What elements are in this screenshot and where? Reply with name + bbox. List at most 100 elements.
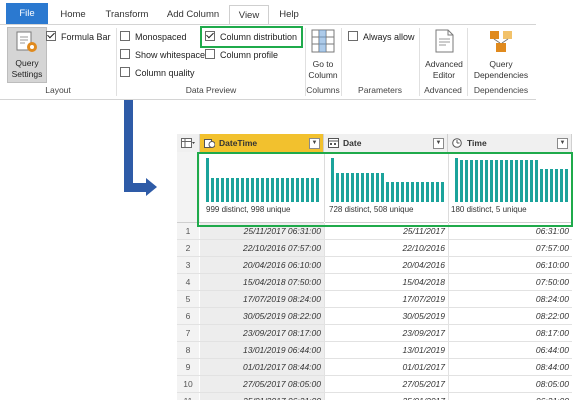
cell-datetime[interactable]: 25/01/2017 06:21:00 [200,393,324,400]
query-dependencies-icon [490,31,512,52]
column-filter-dropdown-icon[interactable]: ▼ [309,138,320,149]
query-dependencies-button[interactable]: Query Dependencies [469,28,533,81]
cell-date[interactable]: 20/04/2016 [324,257,448,273]
row-number: 11 [177,393,199,400]
cell-datetime[interactable]: 30/05/2019 08:22:00 [200,308,324,324]
column-distribution-highlight [200,26,303,48]
date-type-icon [328,138,339,148]
column-name-datetime: DateTime [219,138,258,148]
column-quality-checkbox[interactable]: Column quality [120,67,195,79]
column-quality-check[interactable] [120,67,130,77]
row-number: 5 [177,291,199,307]
always-allow-label: Always allow [363,32,415,42]
annotation-arrow-elbow [124,183,148,192]
tab-home[interactable]: Home [52,5,94,24]
annotation-arrow-shaft [124,100,133,188]
query-dependencies-label-1: Query [489,59,513,69]
cell-datetime[interactable]: 01/01/2017 08:44:00 [200,359,324,375]
column-distribution-preview-highlight [197,152,573,227]
cell-date[interactable]: 30/05/2019 [324,308,448,324]
cell-datetime[interactable]: 23/09/2017 08:17:00 [200,325,324,341]
cell-date[interactable]: 22/10/2016 [324,240,448,256]
advanced-editor-label-1: Advanced [425,59,463,69]
tab-add-column[interactable]: Add Column [160,5,226,24]
data-preview-group-label: Data Preview [185,85,237,95]
cell-time[interactable]: 06:21:00 [448,393,572,400]
row-number: 1 [177,223,199,239]
cell-date[interactable]: 27/05/2017 [324,376,448,392]
query-settings-button[interactable]: Query Settings [7,27,47,83]
cell-time[interactable]: 08:24:00 [448,291,572,307]
column-header-time[interactable]: Time ▼ [448,134,572,152]
cell-date[interactable]: 25/01/2017 [324,393,448,400]
monospaced-checkbox[interactable]: Monospaced [120,31,187,43]
tab-transform[interactable]: Transform [97,5,157,24]
table-row[interactable]: 4 15/04/2018 07:50:00 15/04/2018 07:50:00 [177,274,572,291]
go-to-column-button[interactable]: Go to Column [306,28,340,81]
datetime-type-icon [204,139,215,148]
formula-bar-check[interactable] [46,31,56,41]
advanced-group-label: Advanced [424,85,462,95]
row-number: 4 [177,274,199,290]
row-number: 10 [177,376,199,392]
cell-datetime[interactable]: 17/07/2019 08:24:00 [200,291,324,307]
column-header-date[interactable]: Date ▼ [324,134,448,152]
table-menu-corner[interactable] [177,134,200,152]
column-profile-checkbox[interactable]: Column profile [205,49,278,61]
column-profile-label: Column profile [220,50,279,60]
cell-datetime[interactable]: 15/04/2018 07:50:00 [200,274,324,290]
table-row[interactable]: 3 20/04/2016 06:10:00 20/04/2016 06:10:00 [177,257,572,274]
layout-group-label: Layout [45,85,71,95]
cell-date[interactable]: 23/09/2017 [324,325,448,341]
cell-time[interactable]: 07:57:00 [448,240,572,256]
tab-file[interactable]: File [6,3,48,24]
table-row[interactable]: 9 01/01/2017 08:44:00 01/01/2017 08:44:00 [177,359,572,376]
query-settings-label-2: Settings [11,69,43,79]
table-row[interactable]: 8 13/01/2019 06:44:00 13/01/2019 06:44:00 [177,342,572,359]
table-row[interactable]: 10 27/05/2017 08:05:00 27/05/2017 08:05:00 [177,376,572,393]
go-to-column-icon [311,29,335,53]
column-profile-check[interactable] [205,49,215,59]
cell-time[interactable]: 08:17:00 [448,325,572,341]
formula-bar-checkbox[interactable]: Formula Bar [46,31,111,43]
cell-time[interactable]: 08:44:00 [448,359,572,375]
cell-datetime[interactable]: 22/10/2016 07:57:00 [200,240,324,256]
time-type-icon [452,138,462,148]
cell-datetime[interactable]: 13/01/2019 06:44:00 [200,342,324,358]
cell-date[interactable]: 01/01/2017 [324,359,448,375]
monospaced-check[interactable] [120,31,130,41]
always-allow-check[interactable] [348,31,358,41]
column-filter-dropdown-icon[interactable]: ▼ [557,138,568,149]
cell-time[interactable]: 08:05:00 [448,376,572,392]
show-whitespace-check[interactable] [120,49,130,59]
cell-datetime[interactable]: 27/05/2017 08:05:00 [200,376,324,392]
column-name-time: Time [467,138,487,148]
cell-time[interactable]: 08:22:00 [448,308,572,324]
column-filter-dropdown-icon[interactable]: ▼ [433,138,444,149]
cell-date[interactable]: 13/01/2019 [324,342,448,358]
monospaced-label: Monospaced [135,32,187,42]
cell-datetime[interactable]: 20/04/2016 06:10:00 [200,257,324,273]
table-row[interactable]: 5 17/07/2019 08:24:00 17/07/2019 08:24:00 [177,291,572,308]
column-name-date: Date [343,138,362,148]
table-row[interactable]: 6 30/05/2019 08:22:00 30/05/2019 08:22:00 [177,308,572,325]
table-row[interactable]: 2 22/10/2016 07:57:00 22/10/2016 07:57:00 [177,240,572,257]
advanced-editor-button[interactable]: Advanced Editor [421,28,467,81]
table-row[interactable]: 1125/01/2017 06:21:0025/01/201706:21:00 [177,393,572,400]
show-whitespace-checkbox[interactable]: Show whitespace [120,49,205,61]
go-to-column-label-1: Go to [312,59,334,69]
table-icon [181,138,195,148]
cell-date[interactable]: 15/04/2018 [324,274,448,290]
cell-time[interactable]: 06:10:00 [448,257,572,273]
table-row[interactable]: 7 23/09/2017 08:17:00 23/09/2017 08:17:00 [177,325,572,342]
cell-time[interactable]: 06:44:00 [448,342,572,358]
always-allow-checkbox[interactable]: Always allow [348,31,415,43]
go-to-column-label-2: Column [308,70,338,80]
row-number: 7 [177,325,199,341]
column-quality-label: Column quality [135,68,195,78]
cell-date[interactable]: 17/07/2019 [324,291,448,307]
tab-help[interactable]: Help [272,5,306,24]
tab-view[interactable]: View [229,5,269,25]
cell-time[interactable]: 07:50:00 [448,274,572,290]
column-header-datetime[interactable]: DateTime ▼ [200,134,324,152]
